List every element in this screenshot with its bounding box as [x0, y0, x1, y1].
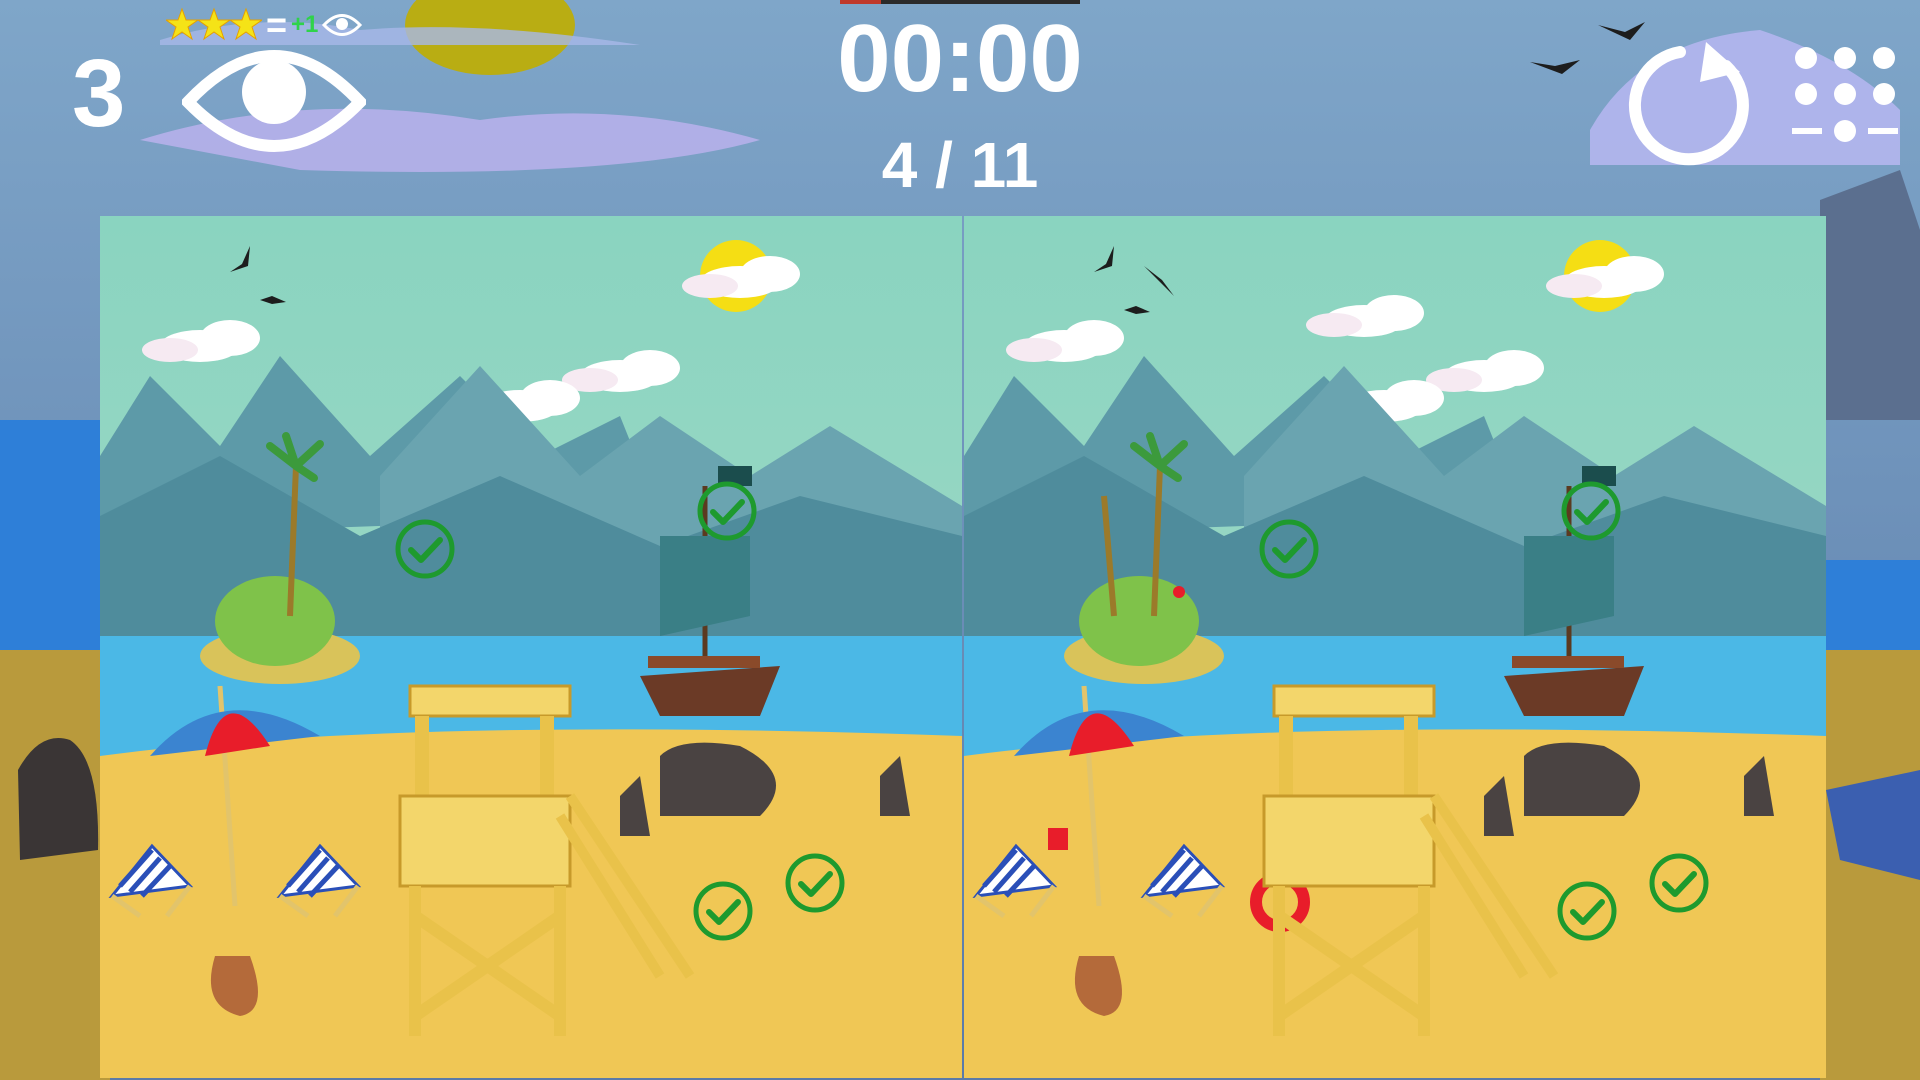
- checkmark-circle-icon: [696, 480, 758, 542]
- checkmark-circle-icon: [784, 852, 846, 914]
- plus-one-label: +1: [291, 11, 319, 38]
- stars-icon: [166, 7, 262, 41]
- restart-arrow-icon[interactable]: [1628, 36, 1758, 166]
- checkmark-circle-icon: [1648, 852, 1710, 914]
- right-picture-panel[interactable]: [964, 216, 1826, 1078]
- checkmark-circle-icon: [692, 880, 754, 942]
- checkmark-circle-icon: [1258, 518, 1320, 580]
- checkmark-circle-icon: [394, 518, 456, 580]
- eye-icon[interactable]: [182, 40, 366, 160]
- timer-progress-bar: [840, 0, 1080, 4]
- small-eye-icon: [322, 14, 363, 36]
- timer-progress-fill: [840, 0, 881, 4]
- timer: 00:00: [837, 5, 1083, 112]
- differences-progress: 4 / 11: [881, 129, 1039, 201]
- checkmark-circle-icon: [1556, 880, 1618, 942]
- checkmark-circle-icon: [1560, 480, 1622, 542]
- beach-scene-modified: [964, 216, 1826, 1078]
- grid-menu-icon[interactable]: [1790, 44, 1900, 148]
- hints-remaining-count: 3: [72, 40, 126, 147]
- left-picture-panel[interactable]: [100, 216, 962, 1078]
- beach-scene-original: [100, 216, 962, 1078]
- equals-sign: =: [266, 4, 288, 45]
